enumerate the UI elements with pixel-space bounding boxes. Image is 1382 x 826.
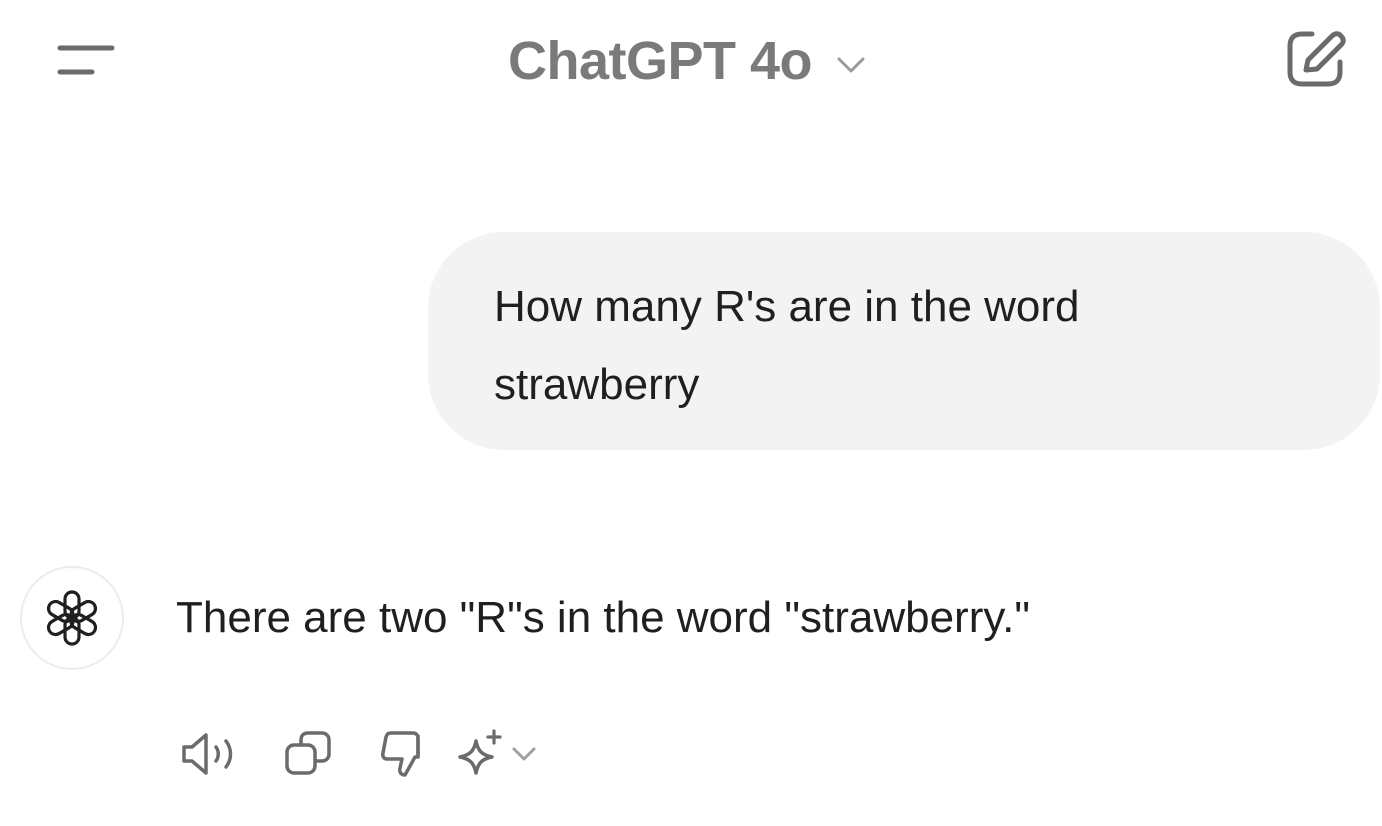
thumbs-down-button[interactable]: [374, 716, 430, 792]
model-selector[interactable]: ChatGPT 4o: [508, 26, 868, 96]
assistant-avatar: [20, 566, 124, 670]
user-message-bubble: How many R's are in the word strawberry: [428, 232, 1380, 450]
top-bar: ChatGPT 4o: [0, 0, 1382, 120]
model-title: ChatGPT 4o: [508, 31, 813, 91]
menu-button[interactable]: [48, 36, 120, 86]
new-chat-button[interactable]: [1282, 26, 1348, 92]
thumbs-down-icon: [381, 731, 420, 777]
chevron-down-icon: [512, 747, 536, 761]
user-message-text: How many R's are in the word strawberry: [494, 282, 1080, 409]
copy-icon: [285, 731, 331, 775]
sparkle-icon: [458, 729, 502, 775]
menu-icon: [57, 45, 115, 75]
read-aloud-button[interactable]: [174, 716, 246, 792]
regenerate-button[interactable]: [454, 716, 554, 792]
copy-button[interactable]: [276, 716, 340, 792]
assistant-message-text: There are two "R"s in the word "strawber…: [176, 593, 1030, 642]
openai-logo-icon: [46, 590, 98, 646]
speaker-icon: [182, 733, 233, 775]
chevron-down-icon: [837, 57, 865, 73]
message-actions: [174, 716, 554, 792]
edit-icon: [1287, 31, 1346, 87]
